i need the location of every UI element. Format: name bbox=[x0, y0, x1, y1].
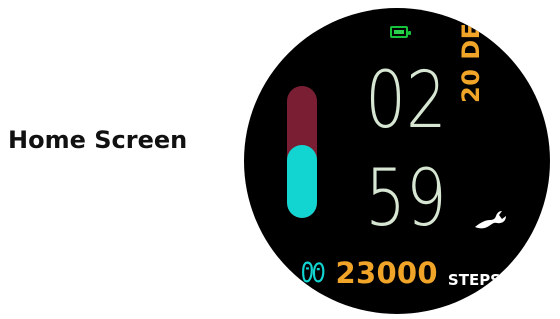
time-hours: 02 bbox=[365, 56, 447, 146]
date-label: 20 DEC bbox=[457, 8, 485, 103]
wrench-icon[interactable] bbox=[472, 205, 508, 231]
screen-title: Home Screen bbox=[8, 126, 188, 154]
steps-row: 23000 STEPS bbox=[301, 254, 501, 288]
steps-count: 23000 bbox=[335, 256, 438, 290]
watch-face: 02 59 20 DEC 23000 STEPS bbox=[244, 8, 550, 314]
time-minutes: 59 bbox=[365, 154, 447, 244]
steps-unit: STEPS bbox=[447, 271, 501, 289]
activity-progress-fill bbox=[287, 145, 317, 218]
footprints-icon bbox=[302, 261, 325, 283]
activity-progress-bar bbox=[287, 86, 317, 218]
battery-icon bbox=[390, 26, 411, 38]
